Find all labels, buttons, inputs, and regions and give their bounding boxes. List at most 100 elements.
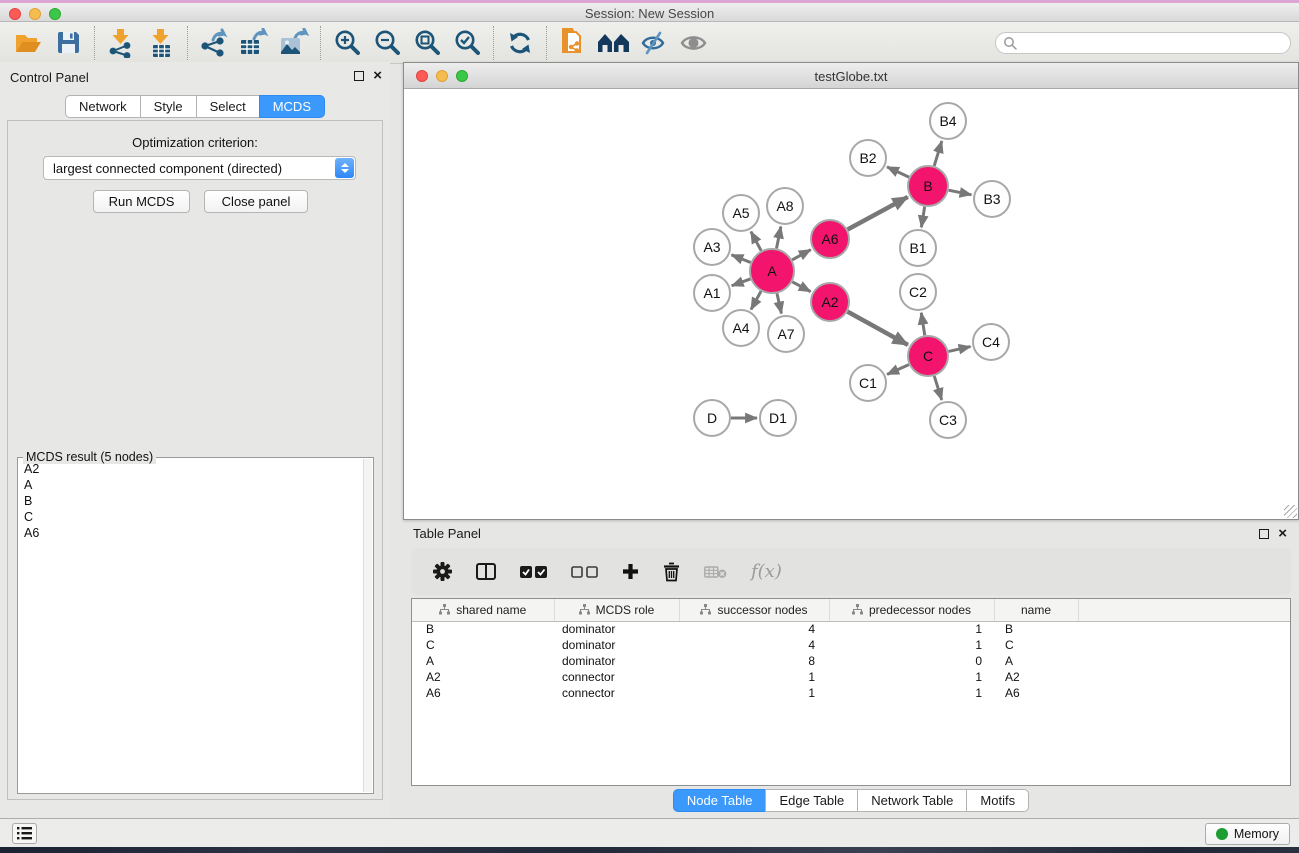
- birds-eye-view-icon[interactable]: [673, 25, 713, 61]
- network-window-titlebar[interactable]: testGlobe.txt: [404, 63, 1298, 89]
- task-history-button[interactable]: [12, 823, 37, 844]
- column-layout-icon[interactable]: [476, 563, 496, 580]
- edge-A-A4[interactable]: [751, 291, 761, 309]
- column-header-predecessor-nodes[interactable]: predecessor nodes: [829, 599, 994, 621]
- node-A4[interactable]: A4: [723, 310, 759, 346]
- network-canvas[interactable]: AA1A2A3A4A5A6A7A8BB1B2B3B4CC1C2C3C4DD1: [404, 89, 1298, 519]
- window-resize-grip[interactable]: [1284, 505, 1297, 518]
- node-A8[interactable]: A8: [767, 188, 803, 224]
- criterion-dropdown[interactable]: largest connected component (directed): [43, 156, 356, 180]
- table-tab-edge-table[interactable]: Edge Table: [765, 789, 858, 812]
- table-tab-motifs[interactable]: Motifs: [966, 789, 1029, 812]
- table-cell[interactable]: 4: [679, 621, 829, 637]
- export-image-icon[interactable]: [274, 25, 314, 61]
- node-A3[interactable]: A3: [694, 229, 730, 265]
- node-C4[interactable]: C4: [973, 324, 1009, 360]
- edge-B-B4[interactable]: [934, 141, 942, 166]
- edge-B-B3[interactable]: [949, 190, 972, 195]
- edge-A-A7[interactable]: [777, 293, 781, 313]
- table-cell[interactable]: 1: [679, 685, 829, 701]
- table-row[interactable]: A6connector11A6: [412, 685, 1290, 701]
- node-A6[interactable]: A6: [811, 220, 849, 258]
- zoom-in-icon[interactable]: [327, 25, 367, 61]
- tab-style[interactable]: Style: [140, 95, 197, 118]
- import-table-icon[interactable]: [141, 25, 181, 61]
- edge-B-B2[interactable]: [887, 167, 909, 177]
- hide-graphics-details-icon[interactable]: [633, 25, 673, 61]
- table-tab-node-table[interactable]: Node Table: [673, 789, 767, 812]
- memory-button[interactable]: Memory: [1205, 823, 1290, 845]
- table-row[interactable]: Adominator80A: [412, 653, 1290, 669]
- export-network-icon[interactable]: [194, 25, 234, 61]
- result-list-scrollbar[interactable]: [363, 459, 372, 792]
- edge-C-C3[interactable]: [934, 376, 941, 400]
- delete-column-icon[interactable]: [663, 562, 680, 582]
- table-cell[interactable]: dominator: [554, 621, 679, 637]
- table-cell[interactable]: connector: [554, 669, 679, 685]
- edge-A-A6[interactable]: [792, 250, 811, 260]
- edge-A-A2[interactable]: [792, 282, 810, 292]
- node-C2[interactable]: C2: [900, 274, 936, 310]
- mcds-result-item[interactable]: C: [18, 509, 363, 525]
- gear-icon[interactable]: [433, 562, 452, 581]
- edge-A2-C[interactable]: [848, 312, 908, 345]
- column-header-shared-name[interactable]: shared name: [412, 599, 554, 621]
- node-C[interactable]: C: [908, 336, 948, 376]
- node-B1[interactable]: B1: [900, 230, 936, 266]
- zoom-selected-icon[interactable]: [447, 25, 487, 61]
- edge-A6-B[interactable]: [848, 197, 908, 230]
- table-cell[interactable]: C: [994, 637, 1078, 653]
- add-column-icon[interactable]: [622, 563, 639, 580]
- node-B[interactable]: B: [908, 166, 948, 206]
- node-B2[interactable]: B2: [850, 140, 886, 176]
- mcds-result-item[interactable]: A6: [18, 525, 363, 541]
- save-session-icon[interactable]: [48, 25, 88, 61]
- table-cell[interactable]: 1: [829, 685, 994, 701]
- run-mcds-button[interactable]: Run MCDS: [93, 190, 190, 213]
- table-cell[interactable]: 8: [679, 653, 829, 669]
- node-B4[interactable]: B4: [930, 103, 966, 139]
- table-tab-network-table[interactable]: Network Table: [857, 789, 967, 812]
- edge-C-C2[interactable]: [921, 313, 925, 336]
- table-cell[interactable]: C: [412, 637, 554, 653]
- table-cell[interactable]: B: [994, 621, 1078, 637]
- refresh-layout-icon[interactable]: [500, 25, 540, 61]
- column-header-successor-nodes[interactable]: successor nodes: [679, 599, 829, 621]
- delete-table-icon[interactable]: [704, 565, 727, 579]
- edge-A-A1[interactable]: [732, 279, 751, 286]
- search-input[interactable]: [995, 32, 1291, 54]
- table-cell[interactable]: 4: [679, 637, 829, 653]
- tab-network[interactable]: Network: [65, 95, 141, 118]
- table-cell[interactable]: A2: [994, 669, 1078, 685]
- open-session-icon[interactable]: [8, 25, 48, 61]
- cybrowser-home-icon[interactable]: [593, 25, 633, 61]
- table-row[interactable]: A2connector11A2: [412, 669, 1290, 685]
- select-all-checkboxes-icon[interactable]: [520, 566, 547, 578]
- deselect-all-checkboxes-icon[interactable]: [571, 566, 598, 578]
- table-cell[interactable]: 1: [829, 621, 994, 637]
- import-network-icon[interactable]: [101, 25, 141, 61]
- close-panel-icon[interactable]: ×: [373, 71, 382, 81]
- table-cell[interactable]: B: [412, 621, 554, 637]
- table-row[interactable]: Cdominator41C: [412, 637, 1290, 653]
- table-cell[interactable]: 1: [679, 669, 829, 685]
- table-cell[interactable]: A2: [412, 669, 554, 685]
- zoom-fit-icon[interactable]: [407, 25, 447, 61]
- node-D1[interactable]: D1: [760, 400, 796, 436]
- edge-A-A8[interactable]: [777, 227, 781, 249]
- table-row[interactable]: Bdominator41B: [412, 621, 1290, 637]
- edge-C-C4[interactable]: [948, 347, 970, 352]
- float-table-panel-icon[interactable]: [1259, 529, 1269, 539]
- tab-select[interactable]: Select: [196, 95, 260, 118]
- zoom-out-icon[interactable]: [367, 25, 407, 61]
- table-cell[interactable]: A6: [994, 685, 1078, 701]
- table-cell[interactable]: A: [412, 653, 554, 669]
- table-cell[interactable]: A: [994, 653, 1078, 669]
- table-cell[interactable]: 1: [829, 669, 994, 685]
- node-A2[interactable]: A2: [811, 283, 849, 321]
- node-D[interactable]: D: [694, 400, 730, 436]
- mcds-result-item[interactable]: A: [18, 477, 363, 493]
- function-builder-icon[interactable]: f(x): [751, 561, 782, 582]
- table-cell[interactable]: dominator: [554, 653, 679, 669]
- table-cell[interactable]: 1: [829, 637, 994, 653]
